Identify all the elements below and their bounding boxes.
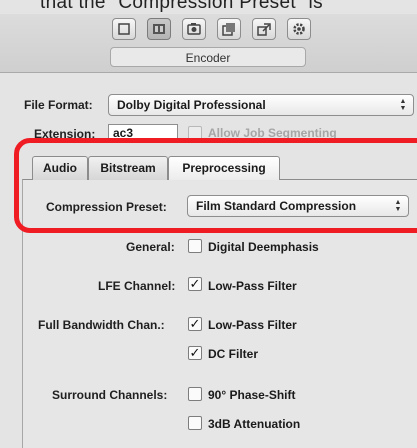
geometry-button[interactable]: [252, 18, 276, 40]
file-format-value: Dolby Digital Professional: [117, 98, 266, 112]
encoder-icon: [153, 24, 165, 34]
lfe-low-pass-checkbox[interactable]: ✓: [188, 277, 202, 291]
general-label: General:: [126, 240, 175, 254]
dc-filter-label: DC Filter: [208, 347, 259, 361]
geometry-icon: [257, 23, 271, 36]
inspector-toolbar: Encoder: [0, 14, 417, 73]
lfe-low-pass-label: Low-Pass Filter: [208, 279, 297, 293]
extension-field[interactable]: ac3: [108, 124, 178, 142]
full-bandwidth-low-pass-label: Low-Pass Filter: [208, 318, 297, 332]
compression-preset-label: Compression Preset:: [46, 200, 167, 214]
popup-arrows-icon: ▲ ▼: [394, 199, 402, 213]
attenuation-checkbox[interactable]: [188, 416, 202, 430]
full-bandwidth-label: Full Bandwidth Chan.:: [38, 318, 165, 332]
digital-deemphasis-label: Digital Deemphasis: [208, 240, 319, 254]
compression-preset-value: Film Standard Compression: [196, 199, 357, 213]
phase-shift-checkbox[interactable]: [188, 387, 202, 401]
allow-job-segmenting-label: Allow Job Segmenting: [208, 126, 337, 140]
dc-filter-checkbox[interactable]: ✓: [188, 346, 202, 360]
summary-button[interactable]: [112, 18, 136, 40]
compression-preset-popup[interactable]: Film Standard Compression ▲ ▼: [187, 195, 409, 217]
tab-bitstream[interactable]: Bitstream: [88, 156, 168, 180]
actions-button[interactable]: [287, 18, 311, 40]
encoder-button[interactable]: [147, 18, 171, 40]
popup-arrows-icon: ▲ ▼: [399, 98, 407, 112]
attenuation-label: 3dB Attenuation: [208, 417, 301, 431]
allow-job-segmenting-checkbox[interactable]: [188, 126, 202, 140]
filters-icon: [222, 23, 235, 36]
full-bandwidth-low-pass-checkbox[interactable]: ✓: [188, 317, 202, 331]
caption-text: that the "Compression Preset" is: [40, 0, 323, 13]
digital-deemphasis-checkbox[interactable]: [188, 239, 202, 253]
phase-shift-label: 90° Phase-Shift: [208, 388, 296, 402]
file-format-popup[interactable]: Dolby Digital Professional ▲ ▼: [108, 94, 414, 116]
file-format-label: File Format:: [24, 98, 93, 112]
surround-channels-label: Surround Channels:: [52, 388, 168, 402]
summary-icon: [118, 23, 130, 35]
frame-controls-icon: [187, 23, 201, 35]
filters-button[interactable]: [217, 18, 241, 40]
lfe-channel-label: LFE Channel:: [98, 279, 176, 293]
extension-label: Extension:: [34, 127, 96, 141]
tab-preprocessing[interactable]: Preprocessing: [168, 156, 280, 180]
actions-icon: [293, 23, 305, 35]
tab-audio[interactable]: Audio: [32, 156, 88, 180]
section-label: Encoder: [110, 47, 306, 67]
frame-controls-button[interactable]: [182, 18, 206, 40]
tab-panel: [22, 179, 417, 448]
